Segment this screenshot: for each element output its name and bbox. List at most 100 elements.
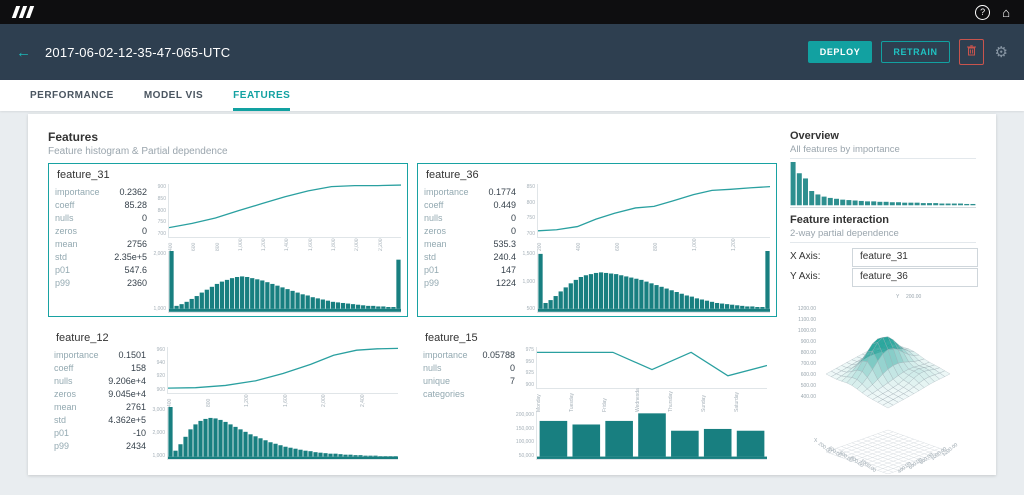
tick-label: 3,000 — [152, 406, 165, 413]
tick-label: 940 — [156, 360, 165, 367]
x-axis-select[interactable]: feature_31 — [852, 248, 978, 267]
tick-label: 100,000 — [515, 439, 534, 446]
stat-label: coeff — [55, 200, 75, 210]
pd-y-axis-ticks: 975 950 925 900 — [523, 347, 536, 388]
tick-label: 800 — [526, 199, 535, 206]
tab-model-vis[interactable]: MODEL VIS — [144, 80, 203, 111]
y-axis-select[interactable]: feature_36 — [852, 268, 978, 287]
x-axis-label: X Axis: — [790, 251, 821, 262]
tick-label: 200 — [537, 242, 543, 252]
stats-row: p01 547.6 — [55, 264, 147, 277]
tick-label: 1,000 — [692, 238, 699, 252]
stat-label: coeff — [424, 200, 444, 210]
tick-label: 900 — [157, 184, 166, 190]
tab-features[interactable]: FEATURES — [233, 80, 291, 111]
stat-label: mean — [54, 402, 77, 412]
x-axis-tick-labels: 400 600 800 1,000 1,200 1,400 1,600 1,800 2,000 2… — [155, 237, 401, 252]
feature-panel-body: importance 0.05788 nulls 0 unique 7 categories… — [423, 347, 767, 460]
plot3d-y-axis-label: Y — [896, 294, 900, 300]
app-logo-icon — [11, 6, 35, 18]
z-axis-tick: 500.00 — [800, 383, 816, 389]
tick-label: 800 — [157, 207, 166, 214]
feature-panel-feature-15[interactable]: feature_15 importance 0.05788 nulls 0 unique 7… — [417, 327, 773, 463]
model-run-title: 2017-06-02-12-35-47-065-UTC — [45, 44, 231, 60]
stat-value: 0.1501 — [118, 350, 146, 360]
delete-button[interactable] — [958, 39, 984, 65]
feature-panel-title: feature_12 — [56, 332, 109, 344]
tick-label: 400 — [575, 242, 582, 252]
tick-label: Friday — [602, 398, 608, 413]
stats-row: nulls 0 — [424, 212, 516, 225]
settings-gear-icon[interactable]: ⚙ — [995, 43, 1008, 61]
tick-label: 1,000 — [522, 278, 535, 285]
pd-y-axis-ticks: 960 940 920 900 — [154, 347, 167, 393]
stat-value: 1224 — [495, 278, 516, 288]
pd-line-svg — [167, 347, 398, 394]
z-axis-tick: 600.00 — [800, 372, 816, 378]
stat-label: mean — [424, 239, 447, 249]
category-count-bars: 200,000 150,000 100,000 50,000 — [516, 412, 767, 460]
tick-label: 925 — [525, 370, 534, 377]
stats-row: unique 7 — [423, 375, 515, 388]
importance-overview-bars — [790, 162, 976, 208]
tick-label: 800 — [205, 398, 212, 407]
tick-label: 2,000 — [152, 429, 165, 436]
stat-label: importance — [54, 350, 99, 360]
tick-label: 800 — [653, 242, 660, 252]
tick-label: 1,400 — [284, 238, 291, 252]
model-header-bar: ← 2017-06-02-12-35-47-065-UTC DEPLOY RET… — [0, 24, 1024, 80]
feature-panel-title: feature_31 — [57, 169, 110, 181]
feature-panel-body: importance 0.1501 coeff 158 nulls 9.206e+4 zer… — [54, 347, 398, 460]
stat-label: p99 — [424, 278, 440, 288]
home-icon[interactable]: ⌂ — [1002, 6, 1010, 19]
feature-stats-table: importance 0.1501 coeff 158 nulls 9.206e+4 zer… — [54, 347, 146, 459]
tick-label: 600 — [191, 242, 198, 252]
tick-label: 1,500 — [522, 251, 535, 258]
stat-value: 0.2362 — [119, 187, 147, 197]
deploy-button[interactable]: DEPLOY — [807, 41, 873, 63]
feature-charts: 975 950 925 900 Monday Tuesday Friday Wednesday… — [515, 347, 767, 460]
tick-label: 800 — [214, 242, 221, 252]
features-section-subtitle: Feature histogram & Partial dependence — [48, 146, 228, 157]
page: ? ⌂ ← 2017-06-02-12-35-47-065-UTC DEPLOY… — [0, 0, 1024, 495]
retrain-button[interactable]: RETRAIN — [881, 41, 950, 63]
feature-panel-feature-31[interactable]: feature_31 importance 0.2362 coeff 85.28 null… — [48, 163, 408, 317]
stat-label: zeros — [424, 226, 447, 236]
back-button[interactable]: ← — [16, 44, 31, 61]
pd-line-svg — [168, 184, 401, 239]
tick-label: 1,200 — [244, 394, 250, 407]
tick-label: 50,000 — [518, 452, 534, 459]
feature-panel-feature-12[interactable]: feature_12 importance 0.1501 coeff 158 nulls 9… — [48, 327, 404, 463]
stat-value: 240.4 — [493, 252, 516, 262]
hist-bars-svg — [168, 251, 401, 313]
z-axis-tick: 1100.00 — [798, 317, 816, 323]
tick-label: 1,600 — [307, 238, 314, 252]
stat-value: 9.045e+4 — [108, 389, 146, 399]
stat-label: std — [424, 252, 437, 262]
tick-label: 2,000 — [153, 251, 166, 258]
stats-row: importance 0.1501 — [54, 349, 146, 362]
stats-row: nulls 0 — [55, 212, 147, 225]
feature-stats-table: importance 0.2362 coeff 85.28 nulls 0 zeros 0 me… — [55, 184, 147, 312]
stats-row: coeff 85.28 — [55, 199, 147, 212]
interaction-divider — [790, 242, 976, 243]
tick-label: 960 — [156, 347, 165, 353]
x-axis-tick-labels: Monday Tuesday Friday Wednesday Thursday Sund… — [523, 388, 767, 412]
tick-label: Tuesday — [569, 393, 575, 413]
stats-row: importance 0.1774 — [424, 186, 516, 199]
plot3d-top-tick: 200.00 — [906, 294, 922, 300]
pd-y-axis-ticks: 850 800 750 700 — [524, 184, 537, 237]
pd-y-axis-ticks: 900 850 800 750 700 — [155, 184, 168, 237]
stat-value: 9.206e+4 — [108, 376, 146, 386]
stat-value: 0.05788 — [482, 350, 515, 360]
feature-histogram: 1,500 1,000 500 — [522, 251, 770, 313]
overview-title: Overview — [790, 130, 839, 142]
stat-value: 0.449 — [493, 200, 516, 210]
partial-dependence-3d-plot[interactable]: Y 200.00 X 1200.00 1100.00 1000.00 900.00 80… — [788, 290, 980, 475]
help-icon[interactable]: ? — [975, 4, 991, 20]
stat-label: zeros — [54, 389, 77, 399]
stats-row: zeros 0 — [55, 225, 147, 238]
tab-performance[interactable]: PERFORMANCE — [30, 80, 114, 111]
feature-panel-feature-36[interactable]: feature_36 importance 0.1774 coeff 0.449 null… — [417, 163, 777, 317]
tick-label: 2,000 — [321, 394, 327, 407]
